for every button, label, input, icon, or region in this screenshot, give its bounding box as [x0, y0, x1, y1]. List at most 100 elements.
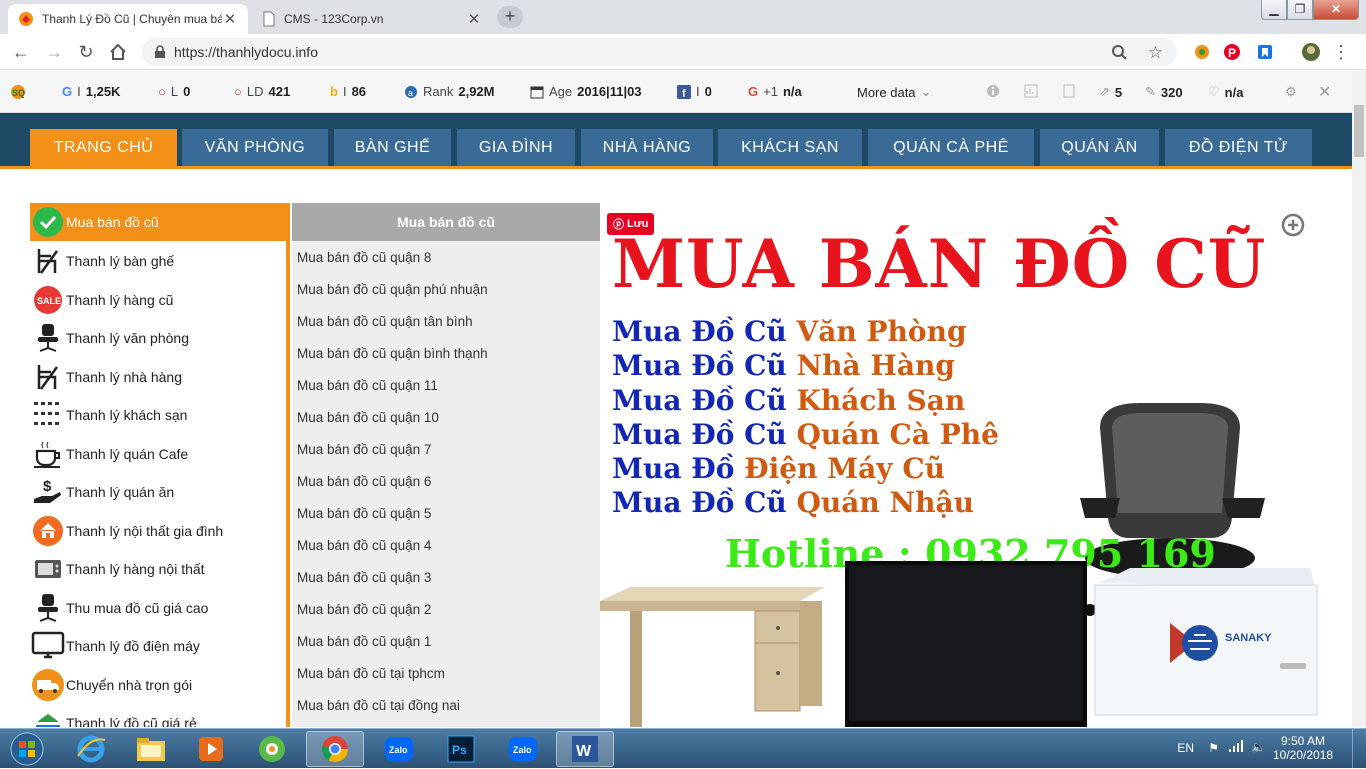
district-link[interactable]: Mua bán đồ cũ quận 3 — [297, 570, 431, 585]
language-indicator[interactable]: EN — [1177, 741, 1194, 755]
rank-metric[interactable]: a Rank 2,92M — [404, 84, 495, 99]
coccoc-icon — [257, 734, 287, 764]
age-metric[interactable]: Age 2016|11|03 — [530, 84, 642, 99]
words-metric[interactable]: ✎ 320 — [1145, 84, 1183, 100]
nav-quan-ca-phe[interactable]: QUÁN CÀ PHÊ — [868, 129, 1034, 166]
district-link[interactable]: Mua bán đồ cũ quận 11 — [297, 378, 438, 393]
nav-do-dien-tu[interactable]: ĐỒ ĐIỆN TỬ — [1165, 129, 1312, 166]
nav-nha-hang[interactable]: NHÀ HÀNG — [581, 129, 713, 166]
menu-item-quan-an[interactable]: $ Thanh lý quán ăn — [30, 473, 288, 511]
network-icon[interactable] — [1228, 739, 1244, 753]
nav-khach-san[interactable]: KHÁCH SẠN — [718, 129, 862, 166]
taskbar-chrome[interactable] — [306, 731, 364, 767]
menu-item-dien-may[interactable]: Thanh lý đồ điện máy — [30, 627, 288, 665]
district-link[interactable]: Mua bán đồ cũ quận 6 — [297, 474, 431, 489]
taskbar-media-player[interactable] — [182, 731, 240, 767]
bing-index-metric[interactable]: b I 86 — [330, 84, 366, 99]
taskbar-explorer[interactable] — [122, 731, 180, 767]
flag-icon[interactable]: ⚑ — [1208, 741, 1219, 755]
new-tab-button[interactable]: + — [497, 6, 523, 28]
tab-cms[interactable]: CMS - 123Corp.vn ✕ — [252, 4, 492, 34]
page-scrollbar[interactable] — [1352, 71, 1366, 727]
district-link[interactable]: Mua bán đồ cũ quận 5 — [297, 506, 431, 521]
health-value: n/a — [1224, 84, 1244, 100]
taskbar-ie[interactable] — [62, 731, 120, 767]
menu-item-khach-san[interactable]: Thanh lý khách sạn — [30, 396, 288, 434]
bookmark-extension-icon[interactable] — [1255, 42, 1275, 62]
gplus-metric[interactable]: G +1 n/a — [748, 84, 802, 99]
close-seobar-icon[interactable]: ✕ — [1318, 82, 1331, 102]
settings-gear-icon[interactable]: ⚙ — [1285, 84, 1297, 100]
menu-item-mua-ban-do-cu[interactable]: Mua bán đồ cũ — [30, 203, 288, 241]
scrollbar-thumb[interactable] — [1354, 105, 1364, 157]
tab-title: Thanh Lý Đồ Cũ | Chuyên mua bá — [42, 12, 222, 26]
taskbar-zalo[interactable]: Zalo — [494, 731, 552, 767]
show-desktop-button[interactable] — [1352, 729, 1366, 769]
district-link[interactable]: Mua bán đồ cũ tại đồng nai — [297, 698, 460, 713]
logo-icon — [30, 705, 66, 727]
zoom-icon[interactable] — [1111, 44, 1127, 60]
nav-trang-chu[interactable]: TRANG CHỦ — [30, 129, 177, 166]
back-button[interactable]: ← — [10, 41, 32, 63]
menu-item-van-phong[interactable]: Thanh lý văn phòng — [30, 319, 288, 357]
taskbar-word[interactable]: W — [556, 731, 614, 767]
district-link[interactable]: Mua bán đồ cũ tại tphcm — [297, 666, 445, 681]
close-window-button[interactable]: ✕ — [1313, 0, 1359, 20]
nav-gia-dinh[interactable]: GIA ĐÌNH — [457, 129, 575, 166]
menu-item-thu-mua[interactable]: Thu mua đồ cũ giá cao — [30, 589, 288, 627]
reload-button[interactable]: ↻ — [75, 41, 97, 63]
taskbar-photoshop[interactable]: Ps — [432, 731, 490, 767]
menu-item-noi-that-gia-dinh[interactable]: Thanh lý nội thất gia đình — [30, 512, 288, 550]
district-link[interactable]: Mua bán đồ cũ quận 2 — [297, 602, 431, 617]
district-link[interactable]: Mua bán đồ cũ quận tân bình — [297, 314, 473, 329]
maximize-button[interactable]: ❐ — [1287, 0, 1313, 20]
start-button[interactable] — [2, 731, 52, 767]
nav-quan-an[interactable]: QUÁN ĂN — [1040, 129, 1159, 166]
seoquake-logo-icon[interactable]: SQ — [8, 84, 28, 100]
nav-ban-ghe[interactable]: BÀN GHẾ — [334, 129, 451, 166]
minimize-button[interactable]: ▁ — [1261, 0, 1287, 20]
banner-line-b: Văn Phòng — [796, 315, 967, 348]
district-link[interactable]: Mua bán đồ cũ quận 4 — [297, 538, 431, 553]
forward-button[interactable]: → — [43, 41, 65, 63]
zoom-in-icon[interactable] — [1281, 213, 1307, 239]
taskbar-coccoc[interactable] — [243, 731, 301, 767]
close-tab-icon[interactable]: ✕ — [466, 10, 482, 28]
google-index-metric[interactable]: G I 1,25K — [62, 84, 120, 99]
menu-item-nha-hang[interactable]: Thanh lý nhà hàng — [30, 358, 288, 396]
facebook-metric[interactable]: f I0 — [677, 84, 712, 99]
menu-item-chuyen-nha[interactable]: Chuyển nhà trọn gói — [30, 666, 288, 704]
district-link[interactable]: Mua bán đồ cũ quận bình thạnh — [297, 346, 488, 361]
bookmark-star-icon[interactable]: ☆ — [1148, 43, 1163, 63]
more-data-dropdown[interactable]: More data ⌄ — [857, 84, 931, 100]
volume-icon[interactable]: 🔈 — [1251, 740, 1266, 754]
seoquake-extension-icon[interactable] — [1192, 42, 1212, 62]
nav-van-phong[interactable]: VĂN PHÒNG — [182, 129, 328, 166]
district-link[interactable]: Mua bán đồ cũ quận 10 — [297, 410, 439, 425]
menu-item-gia-re[interactable]: Thanh lý đồ cũ giá rẻ — [30, 704, 288, 727]
profile-avatar[interactable] — [1301, 42, 1321, 62]
menu-kebab-icon[interactable]: ⋮ — [1331, 42, 1351, 62]
district-link[interactable]: Mua bán đồ cũ quận 1 — [297, 634, 431, 649]
address-bar[interactable]: https://thanhlydocu.info ☆ — [142, 38, 1177, 66]
ld-metric[interactable]: ○ LD 421 — [234, 84, 290, 99]
tab-thanhlydocu[interactable]: Thanh Lý Đồ Cũ | Chuyên mua bá ✕ — [8, 4, 248, 34]
diagnosis-icon[interactable] — [1062, 84, 1076, 98]
pinterest-extension-icon[interactable]: P — [1222, 42, 1242, 62]
taskbar-zalo[interactable]: Zalo — [370, 731, 428, 767]
menu-item-ban-ghe[interactable]: Thanh lý bàn ghế — [30, 242, 288, 280]
menu-item-quan-cafe[interactable]: Thanh lý quán Cafe — [30, 435, 288, 473]
info-icon[interactable] — [986, 84, 1000, 98]
links-metric[interactable]: ○ L 0 — [158, 84, 190, 99]
health-metric[interactable]: ♡ n/a — [1208, 84, 1243, 100]
menu-item-hang-cu[interactable]: SALE Thanh lý hàng cũ — [30, 281, 288, 319]
home-button[interactable] — [107, 41, 129, 63]
district-link[interactable]: Mua bán đồ cũ quận 8 — [297, 250, 431, 265]
district-link[interactable]: Mua bán đồ cũ quận phú nhuận — [297, 282, 488, 297]
menu-item-hang-noi-that[interactable]: Thanh lý hàng nội thất — [30, 550, 288, 588]
clock[interactable]: 9:50 AM 10/20/2018 — [1268, 734, 1338, 762]
density-icon[interactable] — [1024, 84, 1038, 98]
external-links-metric[interactable]: ⇗ 5 — [1099, 84, 1122, 100]
close-tab-icon[interactable]: ✕ — [222, 10, 238, 28]
district-link[interactable]: Mua bán đồ cũ quận 7 — [297, 442, 431, 457]
